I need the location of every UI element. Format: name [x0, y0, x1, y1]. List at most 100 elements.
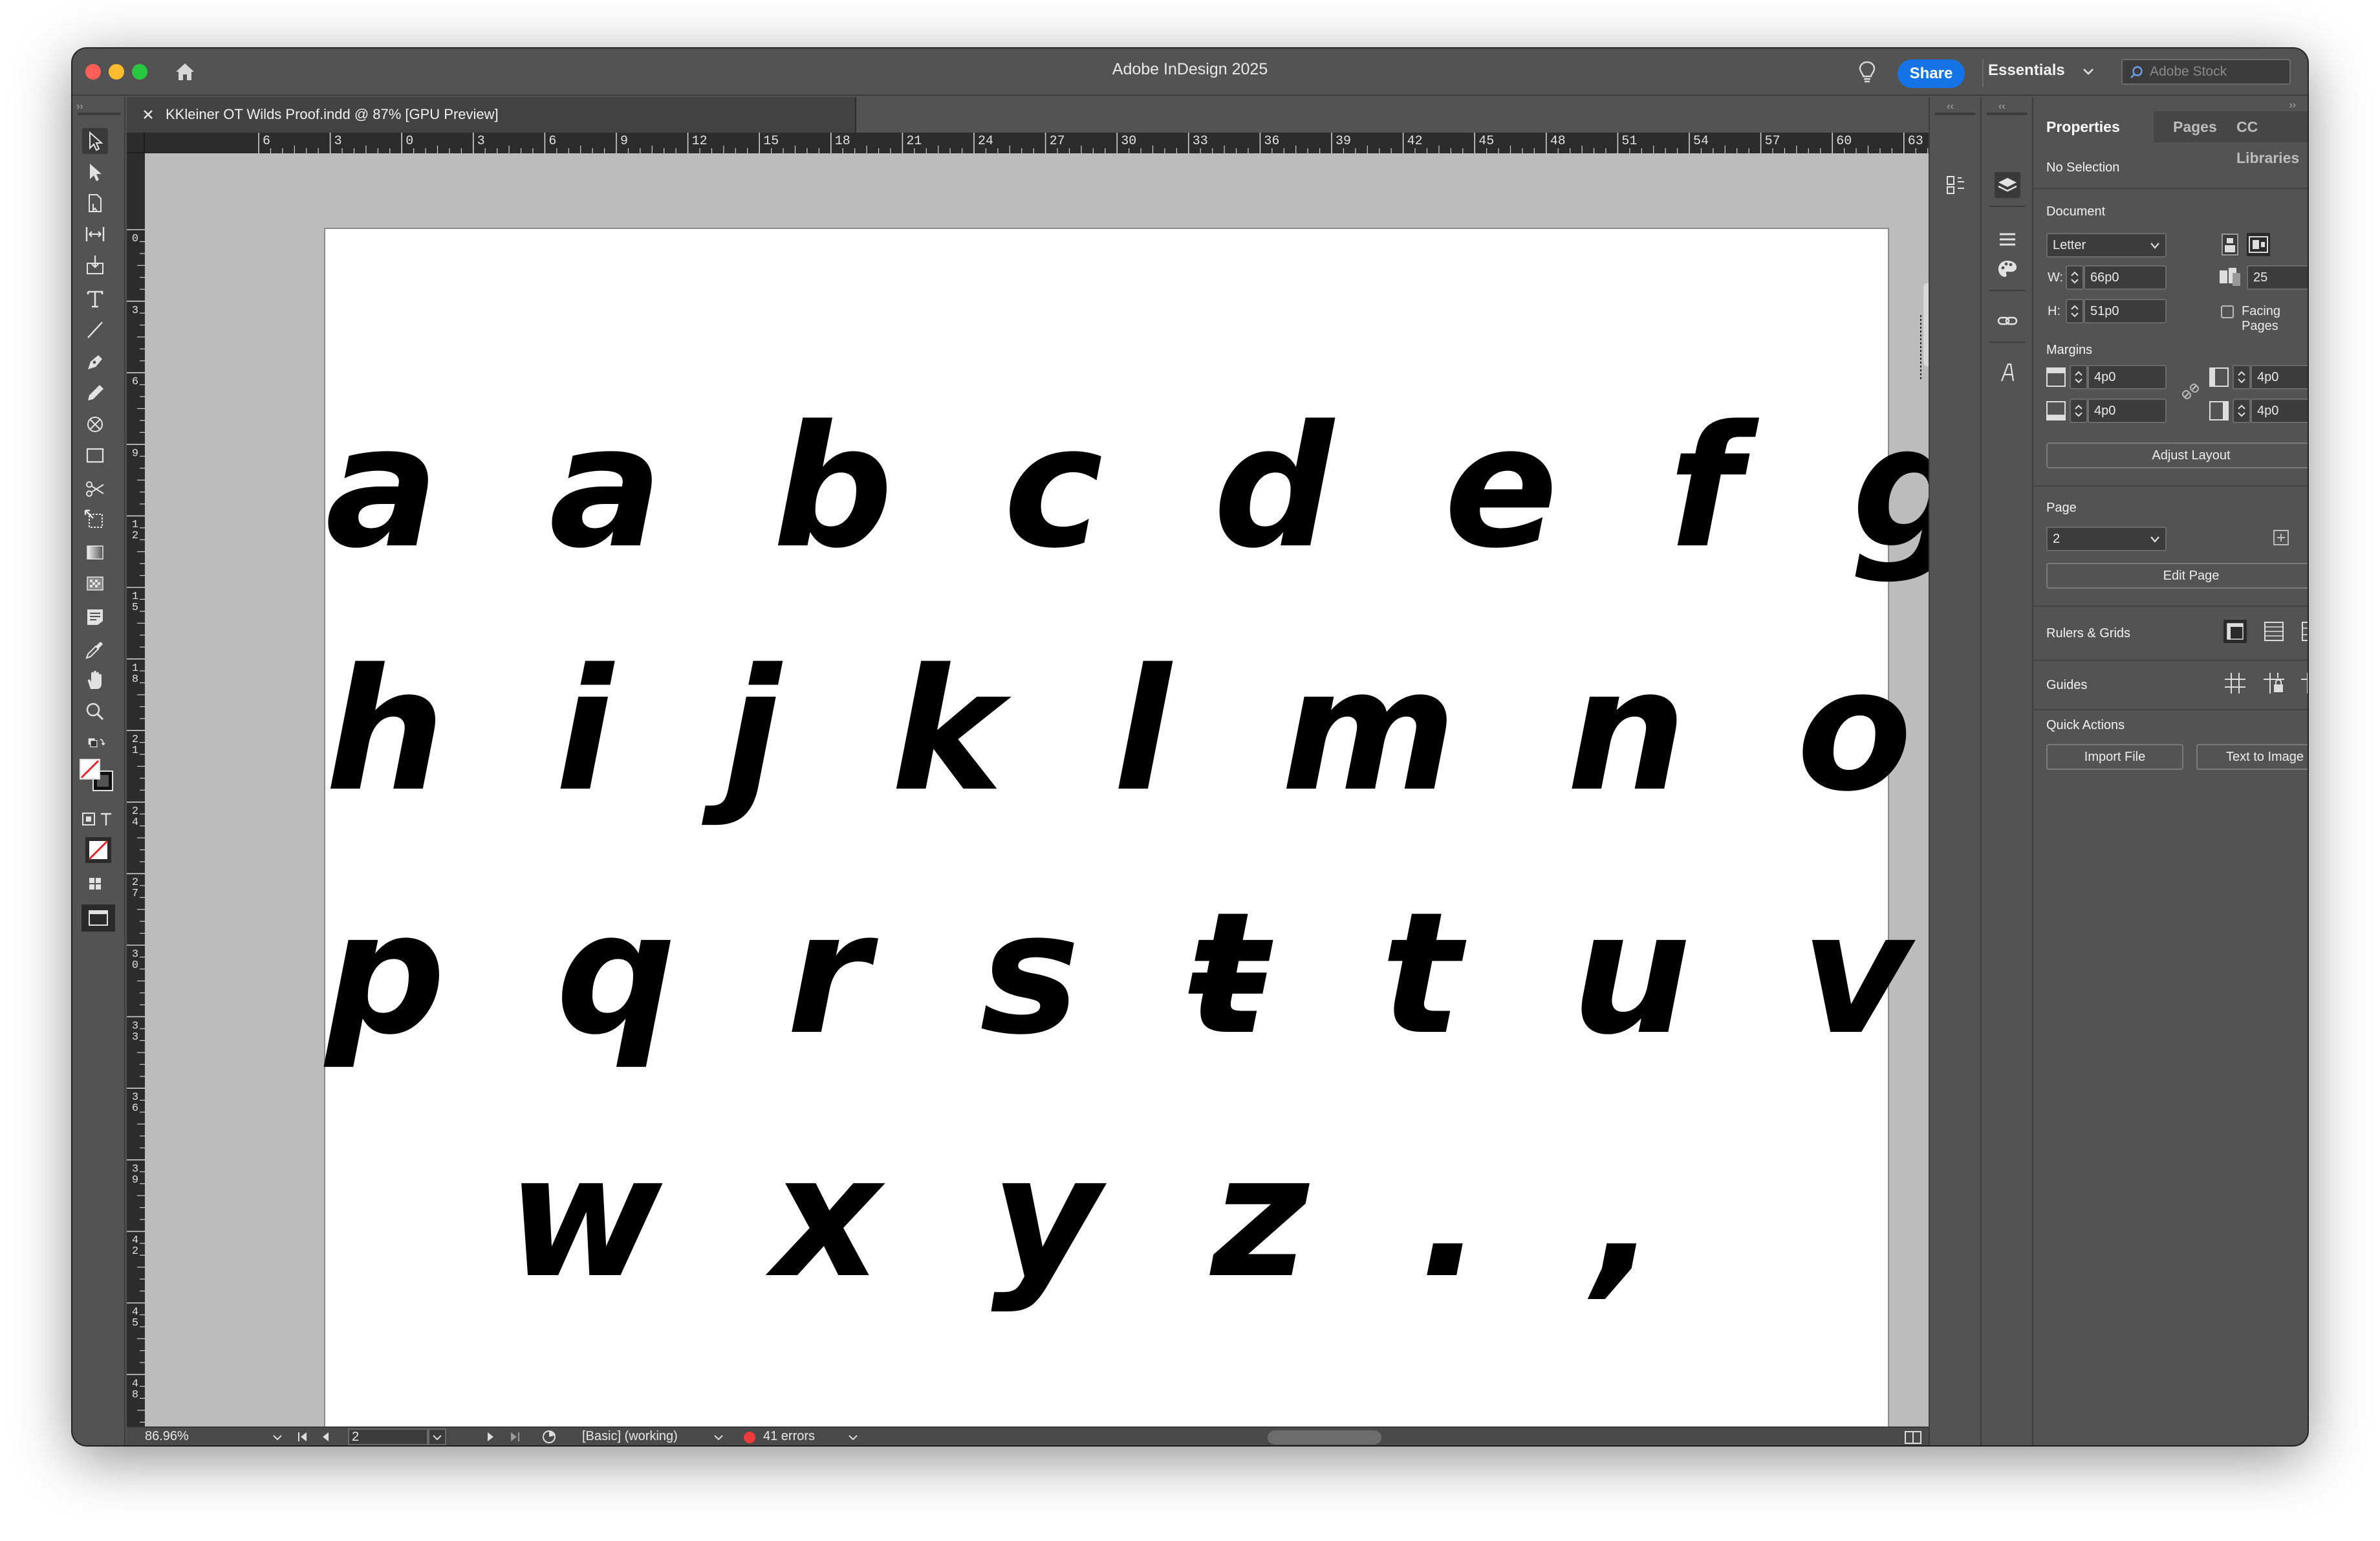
adjust-layout-button[interactable]: Adjust Layout: [2046, 443, 2308, 468]
selection-tool[interactable]: [82, 128, 108, 154]
zoom-tool[interactable]: [82, 699, 108, 725]
ruler-origin[interactable]: [127, 133, 145, 153]
fill-stroke-swatch[interactable]: [76, 756, 119, 801]
lock-guides-icon[interactable]: [2261, 670, 2287, 696]
margin-top-field[interactable]: 4p0: [2088, 365, 2167, 389]
links-panel-button[interactable]: [1995, 308, 2020, 334]
panel-collapse-icon[interactable]: ››: [76, 101, 89, 112]
default-fill-stroke-toggle[interactable]: [80, 732, 113, 758]
number-of-pages-field[interactable]: 25: [2247, 265, 2308, 290]
smart-guides-icon[interactable]: [2299, 670, 2308, 696]
height-stepper[interactable]: [2066, 299, 2084, 323]
character-styles-button[interactable]: [1995, 360, 2020, 386]
note-tool[interactable]: [82, 604, 108, 630]
add-page-icon[interactable]: [2271, 528, 2291, 547]
page-select[interactable]: 2: [2046, 527, 2167, 551]
first-page-icon[interactable]: [298, 1432, 308, 1442]
preflight-profile[interactable]: [Basic] (working): [582, 1429, 678, 1444]
pencil-tool[interactable]: [82, 380, 108, 406]
scissors-tool[interactable]: [82, 476, 108, 502]
glyph-row[interactable]: w x y z . ,: [325, 1133, 1865, 1302]
rectangle-tool[interactable]: [82, 443, 108, 468]
panel-collapse-icon[interactable]: ››: [2289, 100, 2296, 111]
portrait-orientation-icon[interactable]: [2217, 232, 2243, 257]
glyph-row[interactable]: h i j k l m n o: [325, 647, 1912, 815]
layers-panel-button[interactable]: [1995, 172, 2020, 198]
chevron-down-icon[interactable]: [2082, 68, 2094, 76]
apply-color-tool[interactable]: [82, 871, 108, 897]
formatting-container-toggle[interactable]: [80, 806, 116, 832]
import-file-button[interactable]: Import File: [2046, 744, 2183, 770]
pen-tool[interactable]: [82, 349, 108, 375]
chevron-down-icon[interactable]: [714, 1434, 723, 1441]
panel-grip[interactable]: [78, 113, 120, 115]
glyph-row[interactable]: p q r s ŧ t u v: [325, 890, 1911, 1058]
document-grid-icon[interactable]: [2299, 618, 2308, 644]
previous-page-icon[interactable]: [321, 1432, 330, 1442]
tab-cc-libraries[interactable]: CC Libraries: [2236, 111, 2308, 166]
screen-mode-toggle[interactable]: [80, 903, 116, 933]
frame-tool[interactable]: [82, 411, 108, 437]
panel-collapse-icon[interactable]: ‹‹: [1947, 101, 1954, 113]
apply-none-swatch[interactable]: [83, 835, 114, 866]
content-collector-tool[interactable]: [82, 252, 108, 278]
panel-collapse-icon[interactable]: ‹‹: [1998, 101, 2006, 113]
text-to-image-button[interactable]: Text to Image: [2196, 744, 2308, 770]
vertical-scrollbar[interactable]: [1923, 283, 1929, 367]
margin-right-field[interactable]: 4p0: [2251, 399, 2308, 423]
chevron-down-icon[interactable]: [2150, 536, 2160, 543]
vertical-ruler[interactable]: 03691 21 51 82 12 42 73 03 33 63 94 24 5…: [127, 153, 145, 1445]
margin-bottom-stepper[interactable]: [2070, 399, 2088, 423]
free-transform-tool[interactable]: [82, 507, 108, 533]
lightbulb-icon[interactable]: [1857, 60, 1877, 85]
panel-grip[interactable]: [1987, 113, 2027, 115]
stock-search-field[interactable]: Adobe Stock: [2121, 59, 2291, 85]
show-rulers-icon[interactable]: [2222, 618, 2248, 644]
swatches-panel-button[interactable]: [1995, 256, 2020, 282]
page-dropdown[interactable]: [428, 1428, 446, 1445]
page-tool[interactable]: [82, 190, 108, 216]
margin-top-stepper[interactable]: [2070, 365, 2088, 389]
show-guides-icon[interactable]: [2222, 670, 2248, 696]
gradient-feather-tool[interactable]: [82, 571, 108, 596]
width-stepper[interactable]: [2066, 265, 2084, 290]
gradient-tool[interactable]: [82, 540, 108, 565]
document-preset-select[interactable]: Letter: [2046, 233, 2167, 257]
split-view-icon[interactable]: [1904, 1430, 1922, 1445]
page-number-field[interactable]: 2: [348, 1428, 428, 1445]
next-page-icon[interactable]: [486, 1432, 495, 1442]
workspace-switcher[interactable]: Essentials: [1988, 61, 2065, 80]
last-page-icon[interactable]: [510, 1432, 520, 1442]
close-tab-icon[interactable]: [142, 109, 154, 120]
glyph-row[interactable]: a a b c d e f g: [325, 404, 1929, 572]
document-tab[interactable]: KKleiner OT Wilds Proof.indd @ 87% [GPU …: [127, 97, 856, 133]
pages-panel-button[interactable]: [1943, 172, 1969, 198]
document-page[interactable]: a a b c d e f g h i j k l m n o p q r s …: [324, 228, 1929, 1426]
margin-right-stepper[interactable]: [2233, 399, 2251, 423]
chevron-down-icon[interactable]: [273, 1434, 282, 1441]
direct-selection-tool[interactable]: [82, 159, 108, 185]
tab-properties[interactable]: Properties: [2046, 111, 2120, 142]
hand-tool[interactable]: [82, 668, 108, 694]
line-tool[interactable]: [82, 317, 108, 343]
width-field[interactable]: 66p0: [2084, 265, 2167, 290]
margin-bottom-field[interactable]: 4p0: [2088, 399, 2167, 423]
baseline-grid-icon[interactable]: [2261, 618, 2287, 644]
stroke-panel-button[interactable]: [1995, 226, 2020, 252]
margin-left-field[interactable]: 4p0: [2251, 365, 2308, 389]
edit-page-button[interactable]: Edit Page: [2046, 563, 2308, 589]
share-button[interactable]: Share: [1898, 60, 1965, 88]
gap-tool[interactable]: [82, 221, 108, 247]
trash-icon[interactable]: [2306, 528, 2308, 547]
preflight-icon[interactable]: [541, 1429, 557, 1445]
margin-left-stepper[interactable]: [2233, 365, 2251, 389]
tab-pages[interactable]: Pages: [2173, 111, 2217, 142]
link-margins-icon[interactable]: [2181, 382, 2200, 401]
facing-pages-checkbox[interactable]: [2221, 305, 2234, 318]
landscape-orientation-icon[interactable]: [2245, 232, 2271, 257]
zoom-level[interactable]: 86.96%: [145, 1429, 189, 1444]
chevron-down-icon[interactable]: [2150, 242, 2160, 250]
horizontal-scrollbar[interactable]: [1268, 1430, 1381, 1445]
panel-grip[interactable]: [1935, 113, 1975, 115]
error-count[interactable]: 41 errors: [763, 1429, 815, 1444]
